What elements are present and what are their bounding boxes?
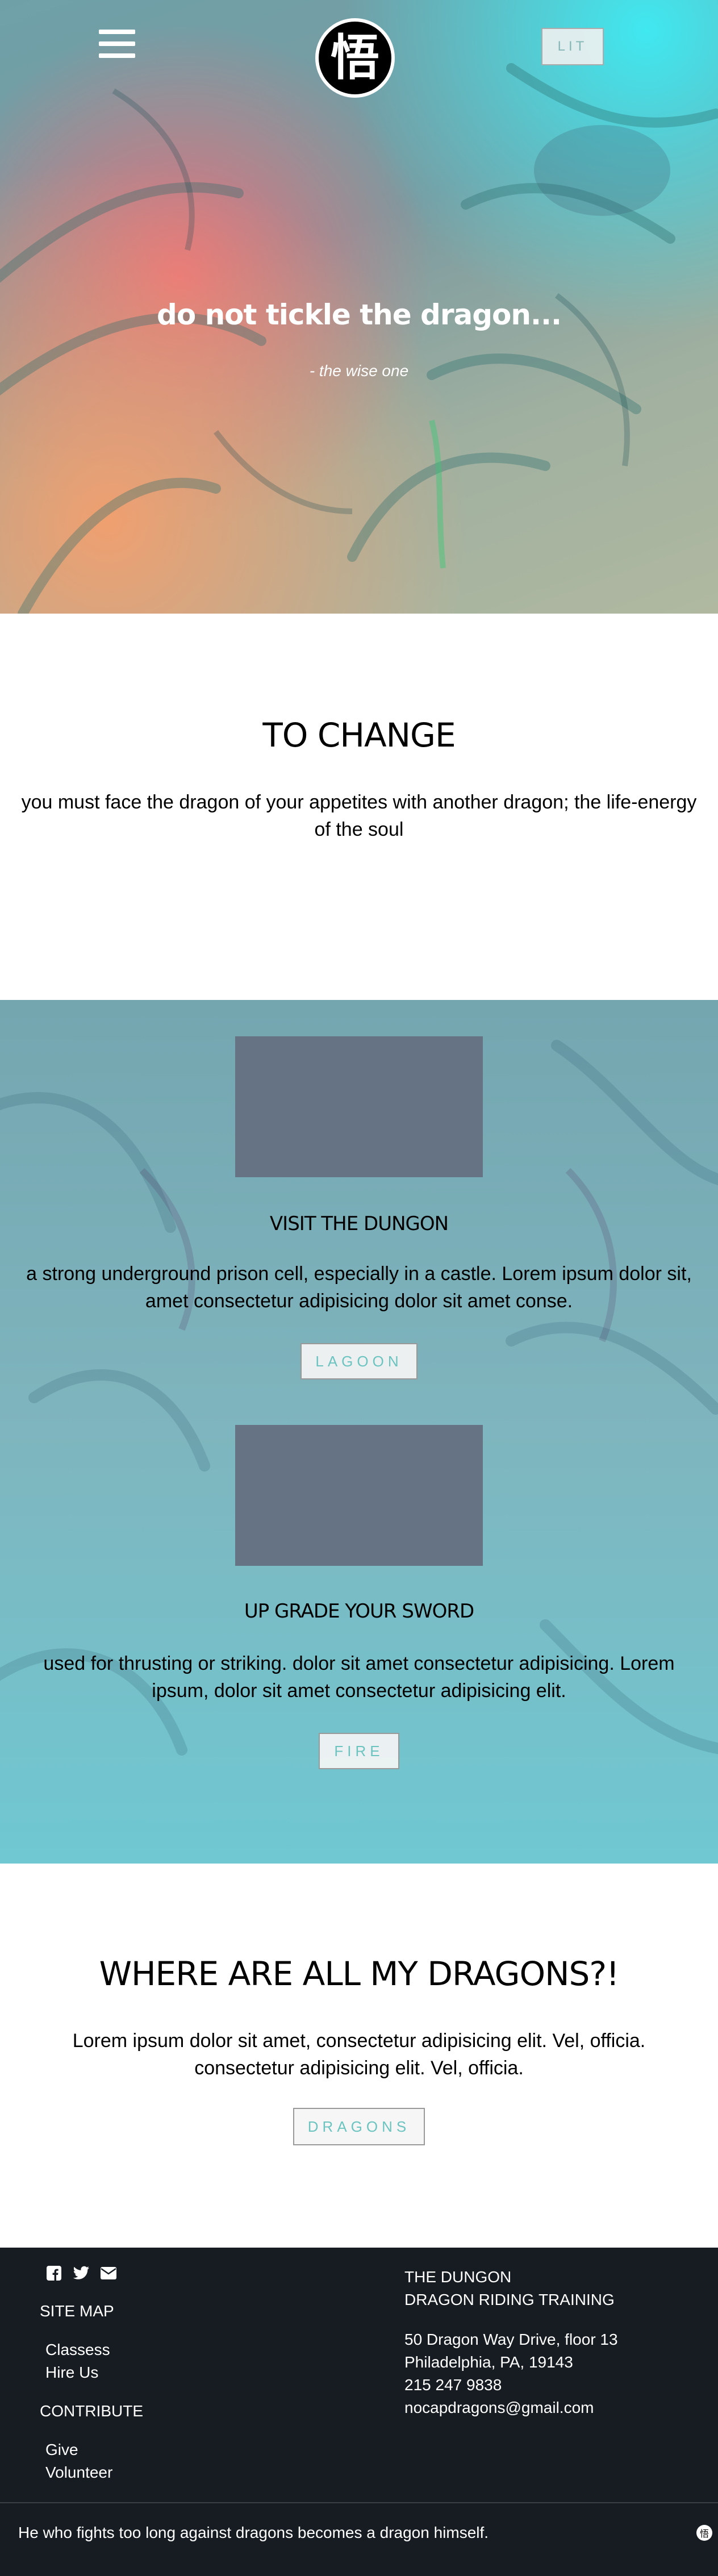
hero-section: 悟 LIT do not tickle the dragon... - the … xyxy=(0,0,718,614)
email-address[interactable]: nocapdragons@gmail.com xyxy=(404,2396,618,2419)
footer-link-hire-us[interactable]: Hire Us xyxy=(40,2361,143,2384)
hero-title: do not tickle the dragon... xyxy=(157,298,562,331)
change-heading: TO CHANGE xyxy=(262,716,456,755)
menu-icon[interactable] xyxy=(99,30,135,61)
lit-button[interactable]: LIT xyxy=(541,28,604,65)
bottom-bar: He who fights too long against dragons b… xyxy=(0,2502,718,2576)
social-icons xyxy=(45,2265,117,2282)
org-name: THE DUNGON xyxy=(404,2268,512,2286)
feature-sword: UP GRADE YOUR SWORD used for thrusting o… xyxy=(0,1379,718,1769)
feature-image xyxy=(235,1425,483,1566)
address-line1: 50 Dragon Way Drive, floor 13 xyxy=(404,2331,618,2348)
feature-heading: UP GRADE YOUR SWORD xyxy=(244,1600,474,1623)
facebook-icon[interactable] xyxy=(45,2265,62,2282)
fire-button[interactable]: FIRE xyxy=(319,1733,399,1769)
dragons-heading: WHERE ARE ALL MY DRAGONS?! xyxy=(99,1954,620,1993)
logo-glyph: 悟 xyxy=(331,29,379,86)
change-text: you must face the dragon of your appetit… xyxy=(21,791,697,840)
feature-image xyxy=(235,1036,483,1177)
feature-text: a strong underground prison cell, especi… xyxy=(26,1263,692,1312)
org-tagline: DRAGON RIDING TRAINING xyxy=(404,2291,615,2308)
feature-heading: VISIT THE DUNGON xyxy=(269,1212,449,1235)
feature-dungon: VISIT THE DUNGON a strong underground pr… xyxy=(0,1000,718,1379)
dragons-section: WHERE ARE ALL MY DRAGONS?! Lorem ipsum d… xyxy=(0,1864,718,2248)
contribute-heading: CONTRIBUTE xyxy=(40,2402,143,2420)
lagoon-button[interactable]: LAGOON xyxy=(300,1343,418,1379)
footer: SITE MAP Classess Hire Us CONTRIBUTE Giv… xyxy=(0,2248,718,2502)
feature-text: used for thrusting or striking. dolor si… xyxy=(43,1653,675,1702)
email-icon[interactable] xyxy=(100,2265,117,2282)
mini-logo[interactable]: 悟 xyxy=(696,2525,712,2541)
footer-link-give[interactable]: Give xyxy=(40,2439,143,2461)
bottom-quote: He who fights too long against dragons b… xyxy=(18,2524,489,2541)
footer-link-classess[interactable]: Classess xyxy=(40,2339,143,2361)
dragons-text: Lorem ipsum dolor sit amet, consectetur … xyxy=(72,2030,646,2079)
hero-quote: - the wise one xyxy=(309,362,409,380)
footer-contact: THE DUNGON DRAGON RIDING TRAINING 50 Dra… xyxy=(404,2266,618,2419)
twitter-icon[interactable] xyxy=(73,2265,90,2282)
dragons-button[interactable]: DRAGONS xyxy=(293,2108,425,2145)
logo[interactable]: 悟 xyxy=(315,18,395,98)
footer-link-volunteer[interactable]: Volunteer xyxy=(40,2461,143,2484)
site-map-heading: SITE MAP xyxy=(40,2302,114,2320)
footer-site-map: SITE MAP Classess Hire Us CONTRIBUTE Giv… xyxy=(40,2300,143,2484)
address-line2: Philadelphia, PA, 19143 xyxy=(404,2353,573,2371)
change-section: TO CHANGE you must face the dragon of yo… xyxy=(0,614,718,1000)
phone-number: 215 247 9838 xyxy=(404,2376,502,2394)
features-section: VISIT THE DUNGON a strong underground pr… xyxy=(0,1000,718,1864)
